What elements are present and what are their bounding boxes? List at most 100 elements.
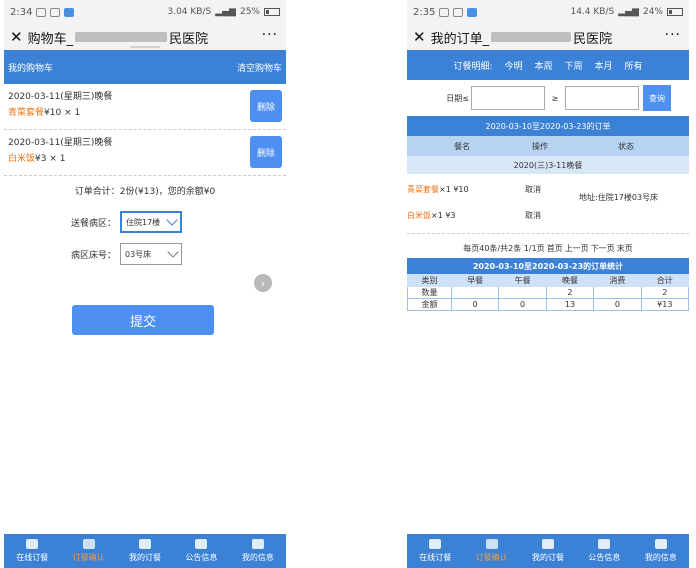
- more-menu-icon[interactable]: ···: [262, 27, 278, 43]
- status-time: 2:34: [10, 6, 33, 18]
- title-bar: ✕ 我的订单_ 民医院 ···: [407, 24, 689, 50]
- more-menu-icon[interactable]: ···: [665, 27, 681, 43]
- stats-header-row: 类别 早餐 午餐 晚餐 消费 合计: [407, 274, 689, 287]
- page-title-suffix: 民医院: [169, 31, 209, 47]
- stats-cell: 0: [450, 298, 500, 311]
- table-row: 金额 0 0 13 0 ¥13: [407, 298, 689, 311]
- order-item: 白米饭×1 ¥3: [407, 210, 456, 221]
- delete-button[interactable]: 删除: [250, 90, 282, 122]
- tab-notices[interactable]: 公告信息: [576, 534, 632, 568]
- tab-my-orders[interactable]: 我的订餐: [520, 534, 576, 568]
- delete-button[interactable]: 删除: [250, 136, 282, 168]
- filter-label: 订餐明细:: [453, 61, 493, 72]
- tab-label: 我的订餐: [532, 553, 565, 562]
- order-filter-bar: 订餐明细: 今明 本周 下周 本月 所有: [407, 50, 689, 80]
- bed-row: 病区床号： 03号床: [4, 243, 286, 265]
- cart-item-date: 2020-03-11(星期三)晚餐: [8, 138, 113, 148]
- next-page-link[interactable]: 下一页: [591, 243, 615, 254]
- orders-icon: [139, 539, 152, 549]
- battery-icon: [264, 8, 280, 16]
- cart-icon: [485, 539, 498, 549]
- cancel-order-button[interactable]: 取消: [525, 210, 541, 221]
- battery-icon: [667, 8, 683, 16]
- bed-select[interactable]: 03号床: [120, 243, 182, 265]
- order-qty: ×1 ¥10: [439, 185, 469, 194]
- tab-label: 我的信息: [644, 553, 677, 562]
- cart-item: 2020-03-11(星期三)晚餐 白米饭¥3 × 1 删除: [4, 130, 286, 176]
- close-icon[interactable]: ✕: [10, 28, 23, 46]
- status-bar: 2:35 14.4 KB/S ▂▄▆ 24%: [407, 0, 689, 24]
- tab-my-orders[interactable]: 我的订餐: [117, 534, 173, 568]
- prev-page-link[interactable]: 上一页: [565, 243, 589, 254]
- cart-item-date: 2020-03-11(星期三)晚餐: [8, 92, 113, 102]
- order-address: 地址:住院17楼03号床: [579, 193, 659, 202]
- cart-item-detail: ¥10 × 1: [44, 108, 81, 118]
- close-icon[interactable]: ✕: [413, 28, 426, 46]
- table-row: 数量 2 2: [407, 286, 689, 299]
- query-button[interactable]: 查询: [643, 85, 671, 111]
- stats-header-cell: 合计: [640, 274, 689, 287]
- clear-cart-button[interactable]: 清空购物车: [237, 61, 282, 74]
- stats-cell: 金额: [407, 298, 452, 311]
- cancel-order-button[interactable]: 取消: [525, 184, 541, 195]
- next-arrow-icon[interactable]: ›: [254, 274, 272, 292]
- ward-value: 住院17楼: [126, 217, 161, 227]
- order-summary: 订单合计：2份(¥13)，您的余额¥0: [74, 187, 216, 197]
- filter-option[interactable]: 本月: [595, 59, 613, 72]
- stats-header-cell: 类别: [407, 274, 452, 287]
- tab-order-confirm[interactable]: 订餐确认: [60, 534, 116, 568]
- bed-value: 03号床: [125, 249, 152, 259]
- bottom-tab-bar: 在线订餐 订餐确认 我的订餐 公告信息 我的信息: [407, 534, 689, 568]
- pager-info: 每页40条/共2条 1/1页: [463, 243, 545, 253]
- first-page-link[interactable]: 首页: [547, 243, 563, 254]
- stats-cell: [450, 286, 500, 299]
- tab-my-info[interactable]: 我的信息: [230, 534, 286, 568]
- tab-label: 我的信息: [241, 553, 274, 562]
- stats-cell: 13: [545, 298, 595, 311]
- tab-notices[interactable]: 公告信息: [173, 534, 229, 568]
- ward-row: 送餐病区： 住院17楼: [4, 211, 286, 233]
- last-page-link[interactable]: 末页: [617, 243, 633, 254]
- app-notification-icon: [64, 7, 75, 17]
- ward-select[interactable]: 住院17楼: [120, 211, 182, 233]
- tab-label: 订餐确认: [475, 553, 508, 562]
- order-day-header: 2020(三)3-11晚餐: [407, 156, 689, 174]
- bed-label: 病区床号：: [70, 250, 116, 261]
- notice-icon: [195, 539, 208, 549]
- filter-option[interactable]: 今明: [504, 59, 522, 72]
- filter-option[interactable]: 本周: [535, 59, 553, 72]
- home-icon: [26, 539, 39, 549]
- notice-icon: [598, 539, 611, 549]
- status-bar: 2:34 3.04 KB/S ▂▄▆ 25%: [4, 0, 286, 24]
- start-date-input[interactable]: [565, 86, 639, 110]
- ward-label: 送餐病区：: [70, 218, 116, 229]
- tab-my-info[interactable]: 我的信息: [633, 534, 689, 568]
- title-bar: ✕ 购物车_ 民医院 ···: [4, 24, 286, 50]
- order-qty: ×1 ¥3: [431, 211, 456, 220]
- orders-icon: [542, 539, 555, 549]
- network-speed: 3.04 KB/S: [167, 7, 212, 17]
- stats-header-cell: 晚餐: [545, 274, 595, 287]
- stats-cell: 0: [593, 298, 642, 311]
- page-title-prefix: 购物车_: [27, 31, 74, 47]
- chevron-down-icon: [167, 246, 179, 258]
- user-icon: [654, 539, 667, 549]
- chevron-down-icon: [166, 214, 178, 226]
- order-column-header: 餐名 操作 状态: [407, 136, 689, 156]
- tab-order-confirm[interactable]: 订餐确认: [463, 534, 519, 568]
- end-date-input[interactable]: [471, 86, 545, 110]
- date-label: 日期≤: [446, 93, 469, 103]
- order-item: 青菜套餐×1 ¥10: [407, 184, 469, 195]
- tab-label: 在线订餐: [16, 553, 49, 562]
- tab-online-order[interactable]: 在线订餐: [4, 534, 60, 568]
- signal-icon: ▂▄▆: [215, 7, 236, 17]
- column-status: 状态: [618, 141, 634, 151]
- stats-cell: 0: [498, 298, 547, 311]
- tab-label: 公告信息: [185, 553, 218, 562]
- filter-option[interactable]: 所有: [625, 59, 643, 72]
- network-speed: 14.4 KB/S: [570, 7, 615, 17]
- submit-button[interactable]: 提交: [72, 305, 214, 335]
- tab-online-order[interactable]: 在线订餐: [407, 534, 463, 568]
- filter-option[interactable]: 下周: [565, 59, 583, 72]
- stats-cell: [593, 286, 642, 299]
